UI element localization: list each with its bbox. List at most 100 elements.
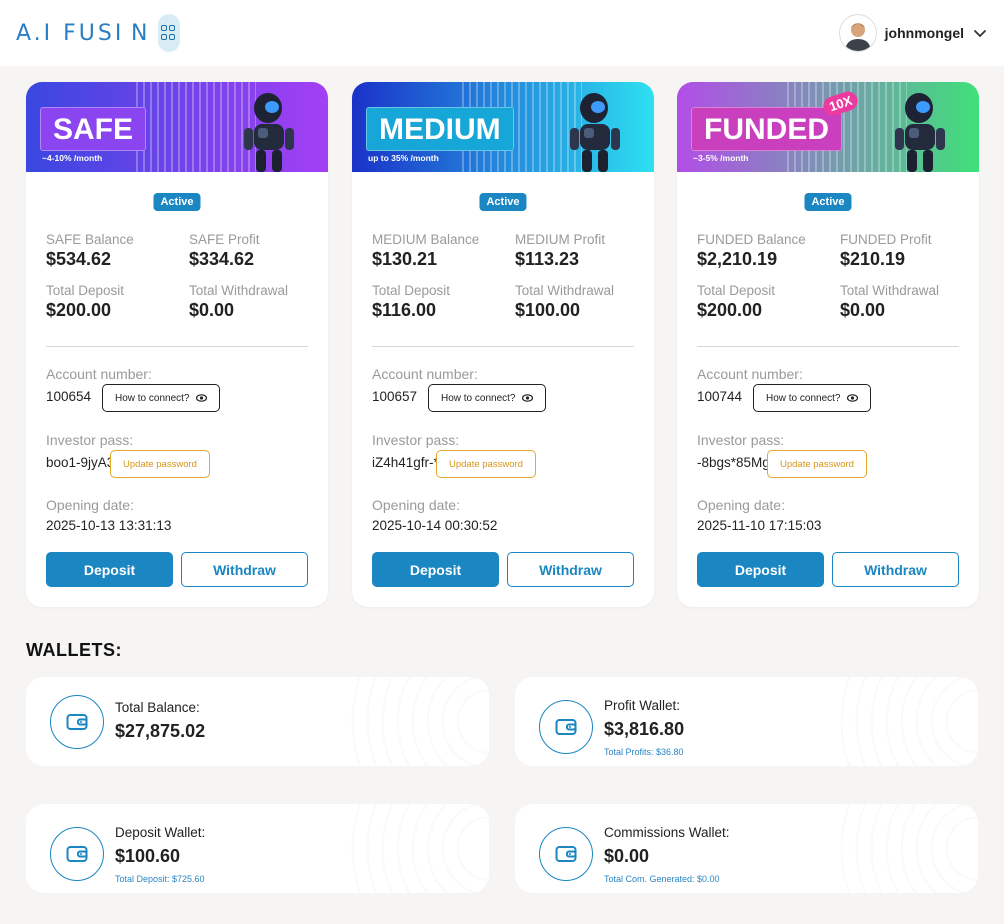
divider bbox=[46, 346, 308, 347]
investor-pass-value: boo1-9jyA3 bbox=[46, 455, 115, 470]
wallet-value: $27,875.02 bbox=[115, 721, 206, 741]
wallet-value: $100.60 bbox=[115, 846, 181, 866]
plan-rate: up to 35% /month bbox=[368, 153, 439, 163]
how-to-connect-button[interactable]: How to connect? bbox=[102, 384, 220, 412]
status-badge: Active bbox=[479, 193, 527, 211]
wallet-subtext: Total Deposit: $725.60 bbox=[115, 874, 205, 884]
investor-pass-label: Investor pass: bbox=[46, 432, 134, 448]
update-password-label: Update password bbox=[123, 458, 197, 470]
wallet-icon bbox=[539, 700, 593, 754]
plan-banner: MEDIUM up to 35% /month bbox=[352, 82, 654, 172]
investor-pass-label: Investor pass: bbox=[697, 432, 785, 448]
deposit-button[interactable]: Deposit bbox=[46, 552, 173, 587]
wallet-pattern bbox=[718, 677, 978, 766]
how-to-connect-label: How to connect? bbox=[766, 392, 841, 404]
wallet-icon bbox=[539, 827, 593, 881]
robot-illustration-icon bbox=[244, 93, 294, 172]
wallet-card: Deposit Wallet: $100.60 Total Deposit: $… bbox=[26, 804, 489, 893]
plan-card-safe: SAFE ~4-10% /month Active SAFE Balance $… bbox=[26, 82, 328, 607]
total-withdrawal-label: Total Withdrawal bbox=[840, 283, 940, 298]
investor-pass-value: iZ4h41gfr-* bbox=[372, 455, 439, 470]
plan-total-deposit: Total Deposit $200.00 bbox=[697, 283, 827, 321]
plan-rate: ~3-5% /month bbox=[693, 153, 749, 163]
top-header: A.I FUSI N johnmongel bbox=[0, 0, 1004, 66]
deposit-button[interactable]: Deposit bbox=[697, 552, 824, 587]
plan-total-withdrawal: Total Withdrawal $0.00 bbox=[840, 283, 970, 321]
wallet-value: $0.00 bbox=[604, 846, 650, 866]
username[interactable]: johnmongel bbox=[885, 25, 964, 41]
update-password-button[interactable]: Update password bbox=[436, 450, 536, 478]
total-withdrawal-value: $0.00 bbox=[840, 300, 886, 320]
account-number-value: 100744 bbox=[697, 389, 743, 404]
plan-profit-value: $334.62 bbox=[189, 249, 255, 269]
wallet-card: Commissions Wallet: $0.00 Total Com. Gen… bbox=[515, 804, 978, 893]
eye-icon bbox=[195, 394, 207, 402]
plan-balance-label: SAFE Balance bbox=[46, 232, 134, 247]
opening-date-label: Opening date: bbox=[697, 497, 785, 513]
update-password-button[interactable]: Update password bbox=[110, 450, 210, 478]
total-withdrawal-value: $0.00 bbox=[189, 300, 235, 320]
account-number-label: Account number: bbox=[46, 366, 152, 382]
plan-banner: SAFE ~4-10% /month bbox=[26, 82, 328, 172]
total-deposit-value: $200.00 bbox=[697, 300, 763, 320]
wallet-card: Profit Wallet: $3,816.80 Total Profits: … bbox=[515, 677, 978, 766]
plan-balance: MEDIUM Balance $130.21 bbox=[372, 232, 502, 270]
plan-name: FUNDED bbox=[691, 107, 842, 151]
total-withdrawal-label: Total Withdrawal bbox=[189, 283, 289, 298]
withdraw-button[interactable]: Withdraw bbox=[832, 552, 959, 587]
robot-illustration-icon bbox=[895, 93, 945, 172]
account-number-label: Account number: bbox=[697, 366, 803, 382]
plan-profit: SAFE Profit $334.62 bbox=[189, 232, 319, 270]
plan-profit: FUNDED Profit $210.19 bbox=[840, 232, 970, 270]
plan-name: MEDIUM bbox=[366, 107, 514, 151]
how-to-connect-label: How to connect? bbox=[441, 392, 516, 404]
investor-pass-value: -8bgs*85Mg bbox=[697, 455, 770, 470]
wallet-pattern bbox=[229, 804, 489, 893]
wallet-subtext: Total Com. Generated: $0.00 bbox=[604, 874, 720, 884]
update-password-button[interactable]: Update password bbox=[767, 450, 867, 478]
opening-date-label: Opening date: bbox=[46, 497, 134, 513]
total-deposit-label: Total Deposit bbox=[697, 283, 776, 298]
eye-icon bbox=[846, 394, 858, 402]
plan-card-medium: MEDIUM up to 35% /month Active MEDIUM Ba… bbox=[352, 82, 654, 607]
opening-date-value: 2025-11-10 17:15:03 bbox=[697, 518, 822, 533]
total-deposit-value: $200.00 bbox=[46, 300, 112, 320]
withdraw-button[interactable]: Withdraw bbox=[507, 552, 634, 587]
eye-icon bbox=[521, 394, 533, 402]
withdraw-button[interactable]: Withdraw bbox=[181, 552, 308, 587]
opening-date-label: Opening date: bbox=[372, 497, 460, 513]
logo[interactable]: A.I FUSI N bbox=[16, 14, 181, 52]
chevron-down-icon[interactable] bbox=[972, 25, 988, 41]
divider bbox=[697, 346, 959, 347]
plan-profit-label: MEDIUM Profit bbox=[515, 232, 606, 247]
account-number-label: Account number: bbox=[372, 366, 478, 382]
plan-profit: MEDIUM Profit $113.23 bbox=[515, 232, 645, 270]
plan-total-withdrawal: Total Withdrawal $100.00 bbox=[515, 283, 645, 321]
wallet-label: Commissions Wallet: bbox=[604, 825, 730, 840]
wallet-label: Deposit Wallet: bbox=[115, 825, 206, 840]
wallet-label: Total Balance: bbox=[115, 700, 200, 715]
plan-balance-label: FUNDED Balance bbox=[697, 232, 806, 247]
plan-profit-value: $113.23 bbox=[515, 249, 580, 269]
how-to-connect-button[interactable]: How to connect? bbox=[753, 384, 871, 412]
wallet-subtext: Total Profits: $36.80 bbox=[604, 747, 684, 757]
wallet-icon bbox=[50, 827, 104, 881]
plan-balance: SAFE Balance $534.62 bbox=[46, 232, 176, 270]
status-badge: Active bbox=[153, 193, 201, 211]
how-to-connect-button[interactable]: How to connect? bbox=[428, 384, 546, 412]
plan-card-funded: FUNDED ~3-5% /month 10X Active FUNDED Ba… bbox=[677, 82, 979, 607]
wallet-pattern bbox=[718, 804, 978, 893]
how-to-connect-label: How to connect? bbox=[115, 392, 190, 404]
plan-balance-label: MEDIUM Balance bbox=[372, 232, 480, 247]
divider bbox=[372, 346, 634, 347]
user-menu[interactable]: johnmongel bbox=[838, 14, 988, 52]
investor-pass-label: Investor pass: bbox=[372, 432, 460, 448]
plan-profit-value: $210.19 bbox=[840, 249, 906, 269]
plan-balance-value: $534.62 bbox=[46, 249, 112, 269]
account-number-value: 100657 bbox=[372, 389, 418, 404]
deposit-button[interactable]: Deposit bbox=[372, 552, 499, 587]
opening-date-value: 2025-10-14 00:30:52 bbox=[372, 518, 498, 533]
logo-mark-icon bbox=[158, 14, 181, 52]
robot-illustration-icon bbox=[570, 93, 620, 172]
avatar[interactable] bbox=[838, 14, 877, 52]
